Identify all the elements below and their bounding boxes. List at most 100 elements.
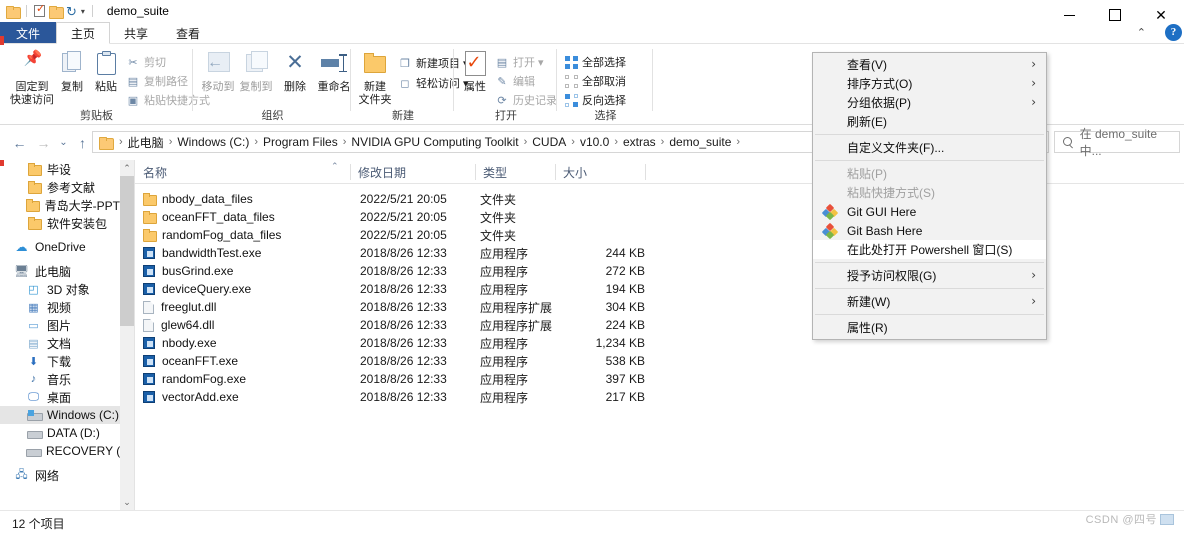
- select-none-button[interactable]: 全部取消: [564, 72, 626, 90]
- sidebar-item-network[interactable]: 🖧 网络: [0, 466, 120, 484]
- navigation-scrollbar[interactable]: ⌃ ⌄: [120, 160, 134, 510]
- sidebar-item-references[interactable]: 参考文献: [0, 178, 120, 196]
- column-header-date[interactable]: 修改日期: [350, 160, 475, 184]
- scroll-down-icon[interactable]: ⌄: [120, 494, 134, 510]
- sidebar-item-data-d[interactable]: DATA (D:): [0, 424, 120, 442]
- column-divider[interactable]: [555, 164, 556, 180]
- breadcrumb-item-1[interactable]: Windows (C:): [177, 135, 249, 149]
- sidebar-item-downloads[interactable]: ⬇ 下载: [0, 352, 120, 370]
- folder-icon[interactable]: [6, 5, 21, 19]
- copy-to-button[interactable]: 复制到: [236, 48, 276, 94]
- redo-icon[interactable]: ↺: [66, 4, 77, 19]
- column-divider[interactable]: [350, 164, 351, 180]
- breadcrumb-item-6[interactable]: extras: [623, 135, 656, 149]
- context-menu[interactable]: 查看(V) › 排序方式(O) › 分组依据(P) › 刷新(E) 自定义文件夹(F)…: [812, 52, 1047, 340]
- context-menu-item-properties[interactable]: 属性(R): [813, 318, 1046, 337]
- tab-file[interactable]: 文件: [0, 22, 57, 44]
- open-button[interactable]: ▤ 打开 ▾: [495, 53, 544, 71]
- breadcrumb-item-4[interactable]: CUDA: [532, 135, 566, 149]
- sidebar-item-documents[interactable]: ▤ 文档: [0, 334, 120, 352]
- sidebar-item-music[interactable]: ♪ 音乐: [0, 370, 120, 388]
- git-icon: [821, 222, 839, 240]
- up-button[interactable]: ↑: [73, 134, 92, 152]
- sidebar-item-videos[interactable]: ▦ 视频: [0, 298, 120, 316]
- context-menu-item-open-powershell[interactable]: 在此处打开 Powershell 窗口(S): [813, 240, 1046, 259]
- sidebar-item-windows-c[interactable]: Windows (C:): [0, 406, 120, 424]
- collapse-ribbon-icon[interactable]: ⌃: [1137, 26, 1146, 39]
- properties-button[interactable]: ✓ 属性: [455, 48, 495, 94]
- context-menu-item-group-by[interactable]: 分组依据(P) ›: [813, 93, 1046, 112]
- column-header-name[interactable]: 名称 ⌃: [135, 160, 350, 184]
- context-menu-item-sort-by[interactable]: 排序方式(O) ›: [813, 74, 1046, 93]
- sidebar-item-bishe[interactable]: 毕设: [0, 160, 120, 178]
- sidebar-item-label: 3D 对象: [47, 282, 90, 297]
- context-menu-item-git-bash-here[interactable]: Git Bash Here: [813, 221, 1046, 240]
- context-menu-item-paste: 粘贴(P): [813, 164, 1046, 183]
- sidebar-item-label: 毕设: [47, 162, 72, 177]
- context-menu-item-view[interactable]: 查看(V) ›: [813, 55, 1046, 74]
- context-menu-label: 刷新(E): [847, 115, 887, 129]
- chevron-down-icon[interactable]: ▾: [81, 7, 85, 16]
- recent-locations-button[interactable]: ⌄: [54, 134, 73, 152]
- sidebar-item-3d-objects[interactable]: ◰ 3D 对象: [0, 280, 120, 298]
- context-menu-item-new[interactable]: 新建(W) ›: [813, 292, 1046, 311]
- column-header-type[interactable]: 类型: [475, 160, 555, 184]
- sidebar-item-onedrive[interactable]: ☁ OneDrive: [0, 238, 120, 256]
- table-row[interactable]: vectorAdd.exe 2018/8/26 12:33 应用程序 217 KB: [135, 388, 1184, 406]
- breadcrumb-item-5[interactable]: v10.0: [580, 135, 609, 149]
- tab-view[interactable]: 查看: [162, 22, 214, 44]
- paste-button[interactable]: 粘贴: [86, 48, 126, 94]
- forward-button[interactable]: →: [34, 134, 53, 152]
- window-title: demo_suite: [106, 4, 169, 18]
- search-input[interactable]: 在 demo_suite 中...: [1054, 127, 1180, 158]
- select-all-button[interactable]: 全部选择: [564, 53, 626, 71]
- move-to-label: 移动到: [201, 81, 235, 93]
- folder-icon: [143, 211, 157, 224]
- scrollbar-thumb[interactable]: [120, 176, 134, 326]
- context-menu-item-grant-access[interactable]: 授予访问权限(G) ›: [813, 266, 1046, 285]
- move-to-button[interactable]: ← 移动到: [198, 48, 238, 94]
- breadcrumb-item-2[interactable]: Program Files: [263, 135, 338, 149]
- context-menu-item-paste-shortcut: 粘贴快捷方式(S): [813, 183, 1046, 202]
- column-divider[interactable]: [475, 164, 476, 180]
- documents-icon: ▤: [28, 337, 39, 350]
- table-row[interactable]: oceanFFT.exe 2018/8/26 12:33 应用程序 538 KB: [135, 352, 1184, 370]
- pin-label-line2: 快速访问: [10, 94, 54, 106]
- sidebar-item-software[interactable]: 软件安装包: [0, 214, 120, 232]
- sidebar-item-label: 网络: [35, 468, 60, 483]
- cut-button[interactable]: ✂ 剪切: [126, 53, 166, 71]
- new-folder-button[interactable]: 新建 文件夹: [352, 48, 398, 107]
- back-button[interactable]: ←: [10, 134, 29, 152]
- context-menu-item-git-gui-here[interactable]: Git GUI Here: [813, 202, 1046, 221]
- music-icon: ♪: [30, 373, 37, 385]
- breadcrumb-item-7[interactable]: demo_suite: [669, 135, 731, 149]
- sidebar-item-recovery-e[interactable]: RECOVERY (E:): [0, 442, 120, 460]
- new-folder-icon[interactable]: [49, 5, 64, 19]
- sidebar-item-this-pc[interactable]: 🖥 此电脑: [0, 262, 120, 280]
- quick-access-toolbar[interactable]: ↺ ▾ demo_suite: [0, 0, 169, 22]
- context-menu-item-customize-folder[interactable]: 自定义文件夹(F)...: [813, 138, 1046, 157]
- tab-home[interactable]: 主页: [56, 22, 111, 44]
- help-icon[interactable]: ?: [1165, 24, 1182, 41]
- copy-path-button[interactable]: ▤ 复制路径: [126, 72, 188, 90]
- properties-check-icon[interactable]: [34, 3, 45, 17]
- history-label: 历史记录: [513, 95, 557, 107]
- context-menu-item-refresh[interactable]: 刷新(E): [813, 112, 1046, 131]
- table-row[interactable]: randomFog.exe 2018/8/26 12:33 应用程序 397 KB: [135, 370, 1184, 388]
- column-divider[interactable]: [645, 164, 646, 180]
- dll-icon: [143, 300, 154, 314]
- sidebar-item-pictures[interactable]: ▭ 图片: [0, 316, 120, 334]
- breadcrumb-item-0[interactable]: 此电脑: [128, 134, 164, 151]
- tab-share[interactable]: 共享: [110, 22, 162, 44]
- scroll-up-icon[interactable]: ⌃: [120, 160, 134, 176]
- scrollbar-track[interactable]: [120, 176, 134, 494]
- navigation-pane[interactable]: 毕设 参考文献 青岛大学-PPT 软件安装包 ☁ OneDrive 🖥 此电脑 ◰ 3…: [0, 160, 120, 510]
- breadcrumb-item-3[interactable]: NVIDIA GPU Computing Toolkit: [351, 135, 518, 149]
- watermark-text: CSDN @四号: [1085, 514, 1157, 526]
- sidebar-item-qdu-ppt[interactable]: 青岛大学-PPT: [0, 196, 120, 214]
- column-header-size[interactable]: 大小: [555, 160, 645, 184]
- edit-button[interactable]: ✎ 编辑: [495, 72, 535, 90]
- sidebar-item-desktop[interactable]: 🖵 桌面: [0, 388, 120, 406]
- status-bar: 12 个项目: [0, 510, 1184, 535]
- delete-button[interactable]: ✕ 删除: [275, 48, 315, 94]
